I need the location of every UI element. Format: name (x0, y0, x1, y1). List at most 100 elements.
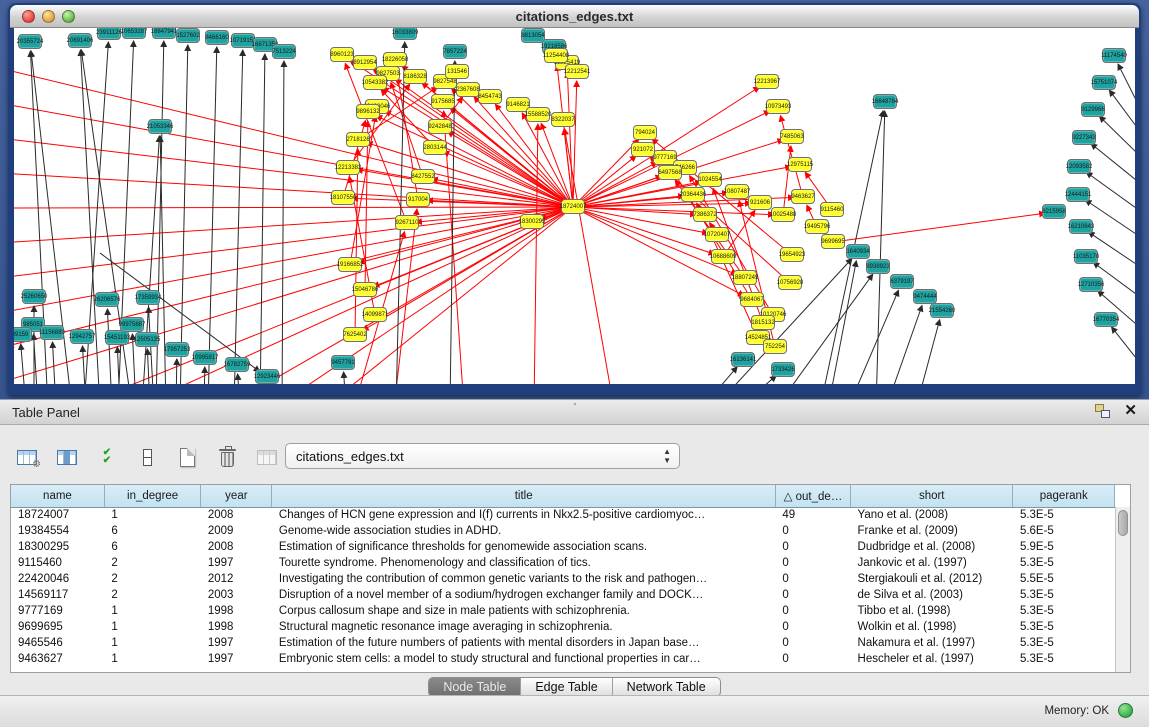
cell-name[interactable]: 18300295 (11, 539, 104, 555)
graph-node[interactable]: 25260650 (22, 289, 46, 304)
column-header-out_de[interactable]: △ out_de… (775, 485, 850, 507)
graph-node[interactable]: 19654923 (780, 247, 804, 262)
graph-node[interactable]: 23911126 (97, 28, 121, 40)
cell-year[interactable]: 2003 (201, 587, 272, 603)
graph-node[interactable]: 10995817 (193, 350, 217, 365)
graph-node[interactable]: 921072 (631, 142, 655, 157)
graph-node[interactable]: 15046786 (353, 282, 377, 297)
cell-in_degree[interactable]: 2 (104, 587, 200, 603)
cell-out_degree[interactable]: 0 (775, 571, 850, 587)
graph-node[interactable]: 16136141 (731, 352, 755, 367)
graph-node[interactable]: 8322037 (551, 112, 575, 127)
graph-node[interactable]: 10807487 (725, 184, 749, 199)
graph-node[interactable]: 16782759 (225, 357, 249, 372)
cell-in_degree[interactable]: 1 (104, 603, 200, 619)
graph-node[interactable]: 10543382 (363, 75, 387, 90)
close-panel-icon[interactable]: ✕ (1124, 404, 1137, 418)
cell-pagerank[interactable]: 5.3E-5 (1013, 651, 1115, 667)
network-canvas[interactable]: 2035572420691406239111261065328718847941… (14, 28, 1135, 384)
cell-title[interactable]: Estimation of significance thresholds fo… (272, 539, 776, 555)
graph-node[interactable]: 11035178 (1074, 249, 1098, 264)
graph-node[interactable]: 7857224 (443, 44, 467, 59)
cell-short[interactable]: Yano et al. (2008) (851, 507, 1013, 523)
cell-pagerank[interactable]: 5.3E-5 (1013, 507, 1115, 523)
row-height-icon[interactable] (134, 445, 160, 469)
cell-name[interactable]: 9115460 (11, 555, 104, 571)
graph-node[interactable]: 1733426 (771, 362, 795, 377)
graph-node[interactable]: 11156889 (40, 325, 64, 340)
show-columns-icon[interactable] (54, 445, 80, 469)
table-row[interactable]: 2242004622012Investigating the contribut… (11, 571, 1115, 587)
graph-node[interactable]: 16770354 (1094, 312, 1118, 327)
graph-node[interactable]: 9699695 (821, 234, 845, 249)
cell-in_degree[interactable]: 1 (104, 635, 200, 651)
cell-title[interactable]: Disruption of a novel member of a sodium… (272, 587, 776, 603)
network-window[interactable]: citations_edges.txt 20355724206914062391… (8, 3, 1141, 395)
cell-year[interactable]: 1997 (201, 635, 272, 651)
cell-short[interactable]: Franke et al. (2009) (851, 523, 1013, 539)
graph-node[interactable]: 7386372 (693, 207, 717, 222)
scrollbar-thumb[interactable] (1118, 510, 1128, 536)
graph-node[interactable]: 9457791 (331, 355, 355, 370)
cell-year[interactable]: 2008 (201, 539, 272, 555)
graph-node[interactable]: 15451193 (105, 330, 129, 345)
graph-node[interactable]: 12942757 (70, 329, 94, 344)
graph-node[interactable]: 8215958 (1042, 204, 1066, 219)
cell-short[interactable]: de Silva et al. (2003) (851, 587, 1013, 603)
network-window-titlebar[interactable]: citations_edges.txt (10, 5, 1139, 28)
cell-pagerank[interactable]: 5.3E-5 (1013, 587, 1115, 603)
cell-in_degree[interactable]: 1 (104, 507, 200, 523)
graph-node[interactable]: 7513224 (272, 44, 296, 59)
tab-network-table[interactable]: Network Table (613, 678, 720, 696)
cell-short[interactable]: Nakamura et al. (1997) (851, 635, 1013, 651)
graph-node[interactable]: 9227343 (1072, 130, 1096, 145)
graph-node[interactable]: 18300295 (520, 214, 544, 229)
graph-node[interactable]: 17957253 (165, 342, 189, 357)
cell-in_degree[interactable]: 2 (104, 571, 200, 587)
cell-title[interactable]: Estimation of the future numbers of pati… (272, 635, 776, 651)
cell-pagerank[interactable]: 5.3E-5 (1013, 603, 1115, 619)
graph-node[interactable]: 19166852 (338, 257, 362, 272)
table-row[interactable]: 977716911998Corpus callosum shape and si… (11, 603, 1115, 619)
table-row[interactable]: 1456911722003Disruption of a novel membe… (11, 587, 1115, 603)
cell-short[interactable]: Dudbridge et al. (2008) (851, 539, 1013, 555)
graph-node[interactable]: 8960123 (330, 47, 354, 62)
table-row[interactable]: 911546021997Tourette syndrome. Phenomeno… (11, 555, 1115, 571)
cell-name[interactable]: 14569117 (11, 587, 104, 603)
graph-node[interactable]: 12505135 (135, 332, 159, 347)
graph-node[interactable]: 6497568 (658, 165, 682, 180)
select-columns-icon[interactable]: ✔✔ (94, 445, 120, 469)
cell-title[interactable]: Investigating the contribution of common… (272, 571, 776, 587)
cell-short[interactable]: Wolkin et al. (1998) (851, 619, 1013, 635)
graph-node[interactable]: 12975115 (788, 157, 812, 172)
cell-pagerank[interactable]: 5.5E-5 (1013, 571, 1115, 587)
graph-node[interactable]: 9684067 (740, 292, 764, 307)
cell-in_degree[interactable]: 2 (104, 555, 200, 571)
cell-name[interactable]: 19384554 (11, 523, 104, 539)
table-row[interactable]: 1872400712008Changes of HCN gene express… (11, 507, 1115, 523)
cell-name[interactable]: 18724007 (11, 507, 104, 523)
graph-node[interactable]: 752254 (763, 339, 787, 354)
graph-node[interactable]: 9463627 (791, 189, 815, 204)
graph-node[interactable]: 16033809 (393, 28, 417, 40)
graph-node[interactable]: 18724007 (561, 199, 585, 214)
graph-node[interactable]: 12212541 (565, 64, 589, 79)
cell-out_degree[interactable]: 0 (775, 523, 850, 539)
new-table-icon[interactable] (174, 445, 200, 469)
cell-year[interactable]: 1998 (201, 603, 272, 619)
graph-node[interactable]: 12093582 (1067, 159, 1091, 174)
graph-node[interactable]: 9474444 (913, 289, 937, 304)
graph-node[interactable]: 1640934 (846, 244, 870, 259)
graph-node[interactable]: 8466160 (205, 30, 229, 45)
graph-node[interactable]: 1024554 (698, 172, 722, 187)
graph-node[interactable]: 11174540 (1102, 48, 1126, 63)
cell-year[interactable]: 1997 (201, 555, 272, 571)
column-header-pagerank[interactable]: pagerank (1013, 485, 1115, 507)
graph-node[interactable]: 21554260 (930, 303, 954, 318)
graph-node[interactable]: 15751074 (1092, 75, 1116, 90)
cell-title[interactable]: Structural magnetic resonance image aver… (272, 619, 776, 635)
cell-pagerank[interactable]: 5.9E-5 (1013, 539, 1115, 555)
graph-node[interactable]: 16648784 (873, 94, 897, 109)
cell-out_degree[interactable]: 0 (775, 635, 850, 651)
cell-title[interactable]: Corpus callosum shape and size in male p… (272, 603, 776, 619)
